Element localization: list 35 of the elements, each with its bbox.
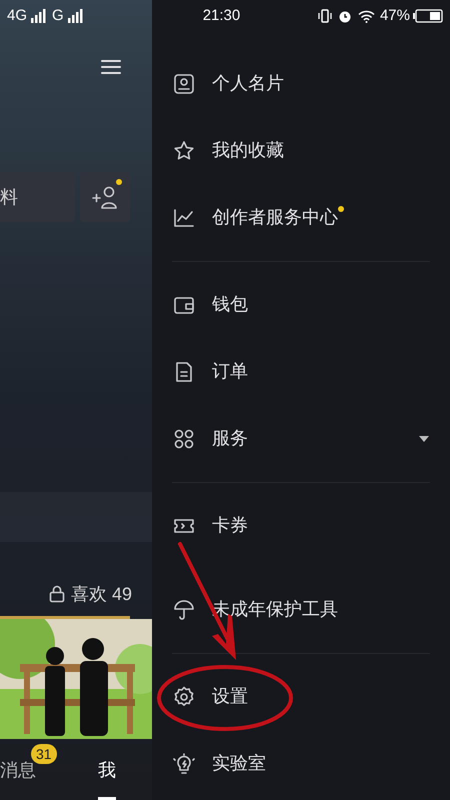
menu-item[interactable]: 实验室 [152, 730, 450, 797]
menu-item[interactable]: 钱包 [152, 271, 450, 338]
menu-item[interactable]: 设置 [152, 663, 450, 730]
menu-item[interactable]: 订单 [152, 338, 450, 405]
menu-icon[interactable] [100, 58, 122, 76]
menu-item[interactable]: 我的收藏 [152, 117, 450, 184]
profile-button[interactable]: 料 [0, 172, 75, 222]
umbrella-icon [172, 598, 196, 622]
menu-item[interactable]: 卡券 [152, 492, 450, 559]
lightbulb-icon [172, 752, 196, 776]
menu-item[interactable]: 创作者服务中心 [152, 184, 450, 251]
id-card-icon [172, 72, 196, 96]
vibrate-icon [316, 9, 333, 23]
battery-percent: 47% [380, 6, 410, 26]
signal-icon [30, 9, 46, 23]
nav-tab[interactable]: 我 [62, 739, 152, 800]
carrier-label: G [52, 6, 64, 26]
menu-item[interactable]: 服务 [152, 405, 450, 472]
alarm-icon [338, 9, 352, 23]
add-person-icon [91, 184, 119, 210]
clock-time: 21:30 [202, 6, 240, 26]
menu-item[interactable]: 个人名片 [152, 50, 450, 117]
wifi-icon [358, 10, 375, 22]
count-badge: 31 [31, 744, 57, 764]
battery-icon [413, 9, 443, 23]
carrier-label: 4G [7, 6, 28, 26]
lock-icon [48, 585, 65, 603]
gear-icon [172, 684, 196, 708]
likes-tab[interactable]: 喜欢 49 [48, 580, 132, 608]
add-friend-button[interactable] [80, 172, 130, 222]
star-icon [172, 138, 196, 162]
selected-indicator [98, 797, 116, 800]
nav-tab[interactable]: 消息 31 [0, 739, 62, 800]
four-circles-icon [172, 426, 196, 450]
signal-icon [66, 9, 83, 23]
